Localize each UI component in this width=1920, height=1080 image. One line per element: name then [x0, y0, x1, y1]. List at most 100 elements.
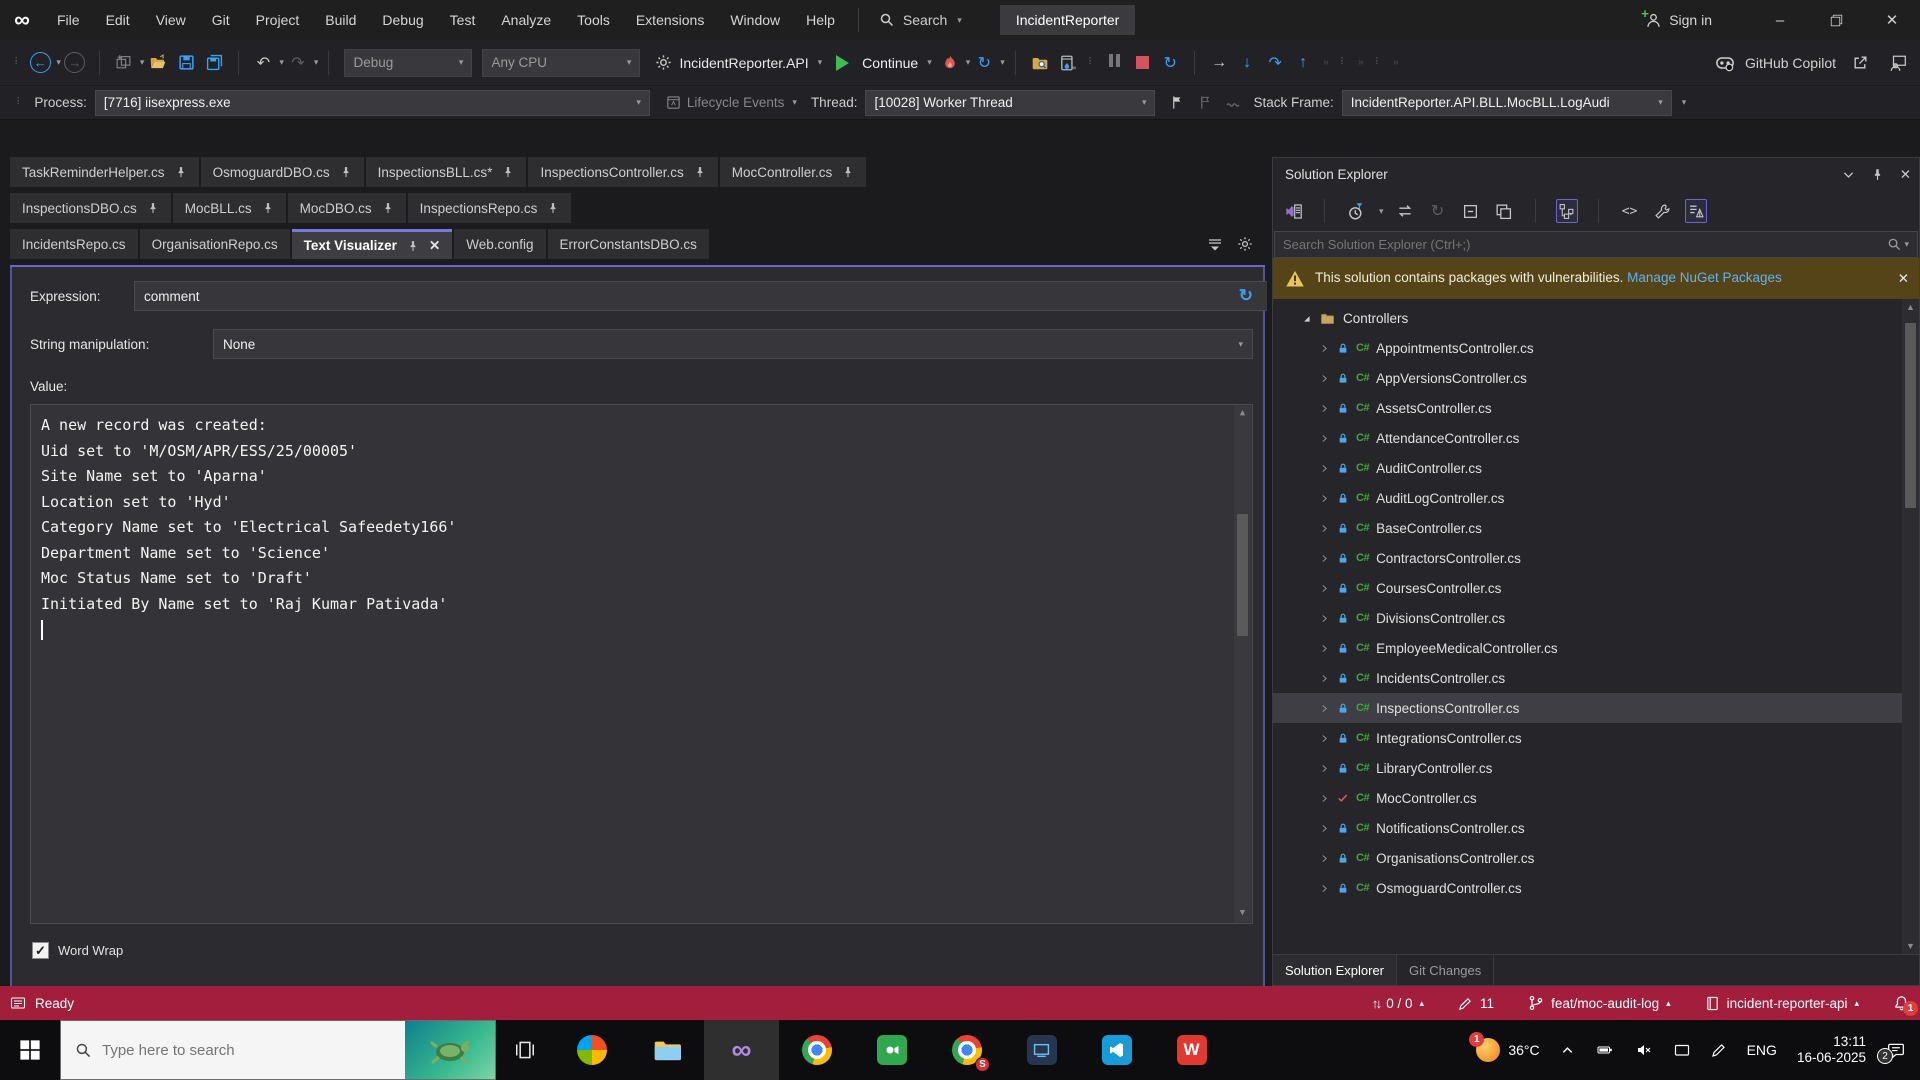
tab-inspectionsdbo-cs[interactable]: InspectionsDBO.cs [10, 193, 171, 223]
green-app-icon[interactable] [854, 1020, 929, 1080]
pin-icon[interactable] [175, 166, 187, 178]
chevron-down-icon[interactable]: ▾ [140, 57, 145, 68]
stop-debugging-button[interactable] [1129, 48, 1155, 78]
expander-icon[interactable] [1319, 643, 1330, 654]
chevron-down-icon[interactable]: ▾ [966, 57, 971, 68]
action-center-button[interactable]: 2 [1886, 1041, 1906, 1059]
tree-item-librarycontroller[interactable]: C#LibraryController.cs [1273, 753, 1919, 783]
tab-text-visualizer[interactable]: Text Visualizer✕ [292, 229, 453, 259]
expander-icon[interactable] [1319, 463, 1330, 474]
chevron-down-icon[interactable]: ▾ [314, 57, 319, 68]
battery-icon[interactable] [1595, 1042, 1615, 1058]
hot-reload-button[interactable] [937, 48, 963, 78]
toolbar-grip[interactable]: ⠇ [1340, 57, 1346, 68]
show-all-files-icon[interactable] [1556, 199, 1578, 223]
menu-analyze[interactable]: Analyze [488, 0, 564, 40]
task-view-button[interactable] [496, 1020, 554, 1080]
tab-incidentsrepo-cs[interactable]: IncidentsRepo.cs [10, 229, 138, 259]
value-scrollbar[interactable]: ▲ ▼ [1234, 406, 1251, 922]
toolbar-overflow[interactable]: » [1358, 57, 1363, 68]
save-button[interactable] [173, 48, 199, 78]
blue-app-icon[interactable] [1004, 1020, 1079, 1080]
close-button[interactable]: ✕ [1864, 0, 1920, 40]
expression-input[interactable] [134, 281, 1269, 311]
chrome-profile-icon[interactable]: S [929, 1020, 1004, 1080]
chevron-down-icon[interactable]: ▾ [1000, 57, 1005, 68]
menu-edit[interactable]: Edit [93, 0, 143, 40]
pin-icon[interactable] [694, 166, 706, 178]
tab-moccontroller-cs[interactable]: MocController.cs [720, 157, 867, 187]
taskbar-search-box[interactable] [60, 1020, 496, 1080]
tab-osmoguarddbo-cs[interactable]: OsmoguardDBO.cs [201, 157, 364, 187]
expander-icon[interactable] [1319, 373, 1330, 384]
tree-item-appversionscontroller[interactable]: C#AppVersionsController.cs [1273, 363, 1919, 393]
refresh-icon[interactable]: ↻ [1239, 286, 1253, 306]
expander-icon[interactable] [1319, 673, 1330, 684]
toolbar-overflow[interactable]: » [1323, 57, 1328, 68]
tree-item-moccontroller[interactable]: C#MocController.cs [1273, 783, 1919, 813]
redo-button[interactable]: ↷ [285, 48, 311, 78]
taskbar-search-input[interactable] [102, 1042, 322, 1059]
weather-widget[interactable]: 1 36°C [1476, 1038, 1539, 1062]
vscode-icon[interactable] [1079, 1020, 1154, 1080]
properties-wrench-icon[interactable] [1652, 199, 1674, 223]
track-active-item-icon[interactable] [1685, 199, 1707, 223]
menu-build[interactable]: Build [312, 0, 369, 40]
tree-item-organisationscontroller[interactable]: C#OrganisationsController.cs [1273, 843, 1919, 873]
scrollbar-thumb[interactable] [1905, 323, 1916, 508]
file-explorer-icon[interactable] [629, 1020, 704, 1080]
close-icon[interactable]: ✕ [429, 238, 440, 254]
tab-errorconstantsdbo-cs[interactable]: ErrorConstantsDBO.cs [548, 229, 709, 259]
toolbar-options-chevron[interactable]: ▾ [1682, 97, 1687, 108]
lifecycle-events-dropdown[interactable]: Lifecycle Events ▾ [666, 95, 797, 110]
pin-icon[interactable] [147, 202, 159, 214]
clock-widget[interactable]: 13:11 16-06-2025 [1797, 1034, 1866, 1066]
tree-item-inspectionscontroller[interactable]: C#InspectionsController.cs [1273, 693, 1919, 723]
maximize-button[interactable] [1808, 0, 1864, 40]
word-wrap-checkbox[interactable]: ✓ Word Wrap [32, 942, 1253, 959]
chevron-down-icon[interactable]: ▾ [1904, 239, 1909, 250]
expander-icon[interactable] [1319, 733, 1330, 744]
menu-view[interactable]: View [143, 0, 199, 40]
close-icon[interactable]: ✕ [1900, 167, 1911, 183]
restart-application-button[interactable]: ↻ [971, 48, 997, 78]
tab-mocdbo-cs[interactable]: MocDBO.cs [288, 193, 406, 223]
tree-item-incidentscontroller[interactable]: C#IncidentsController.cs [1273, 663, 1919, 693]
tree-item-coursescontroller[interactable]: C#CoursesController.cs [1273, 573, 1919, 603]
expander-icon[interactable] [1319, 343, 1330, 354]
pin-icon[interactable] [382, 202, 394, 214]
scrollbar-thumb[interactable] [1237, 514, 1248, 636]
expander-icon[interactable] [1319, 853, 1330, 864]
wps-office-icon[interactable]: W [1154, 1020, 1229, 1080]
tree-item-basecontroller[interactable]: C#BaseController.cs [1273, 513, 1919, 543]
expander-icon[interactable] [1319, 583, 1330, 594]
menu-tools[interactable]: Tools [564, 0, 623, 40]
line-changes-indicator[interactable]: ↑↓ 0 / 0 ▴ [1372, 996, 1424, 1011]
process-dropdown[interactable]: [7716] iisexpress.exe▾ [95, 90, 650, 116]
switch-views-icon[interactable] [1282, 199, 1304, 223]
hidden-icons-chevron[interactable] [1560, 1043, 1575, 1058]
collapse-all-icon[interactable] [1460, 199, 1482, 223]
continue-button[interactable]: Continue ▾ [836, 55, 932, 71]
expander-icon[interactable] [1319, 433, 1330, 444]
expander-icon[interactable] [1319, 703, 1330, 714]
sync-with-active-document-icon[interactable] [1394, 199, 1416, 223]
nested-file-preview-icon[interactable] [1493, 199, 1515, 223]
tab-inspectionsbll-cs-[interactable]: InspectionsBLL.cs* [366, 157, 527, 187]
expander-icon[interactable] [1319, 793, 1330, 804]
scroll-up-icon[interactable]: ▲ [1234, 406, 1251, 422]
search-highlight-image[interactable] [405, 1021, 495, 1079]
toolbar-grip[interactable]: ⠇ [16, 97, 22, 108]
tree-item-contractorscontroller[interactable]: C#ContractorsController.cs [1273, 543, 1919, 573]
language-indicator[interactable]: ENG [1747, 1042, 1777, 1058]
tree-item-osmoguardcontroller[interactable]: C#OsmoguardController.cs [1273, 873, 1919, 903]
sign-in-button[interactable]: + Sign in [1645, 12, 1712, 29]
tree-item-divisionscontroller[interactable]: C#DivisionsController.cs [1273, 603, 1919, 633]
pin-icon[interactable] [262, 202, 274, 214]
menu-debug[interactable]: Debug [369, 0, 436, 40]
flag-icon[interactable] [1164, 88, 1190, 118]
solution-configuration-dropdown[interactable]: Debug▾ [344, 49, 472, 77]
tree-item-notificationscontroller[interactable]: C#NotificationsController.cs [1273, 813, 1919, 843]
scroll-down-icon[interactable]: ▼ [1906, 938, 1915, 954]
flag-outline-icon[interactable] [1192, 88, 1218, 118]
